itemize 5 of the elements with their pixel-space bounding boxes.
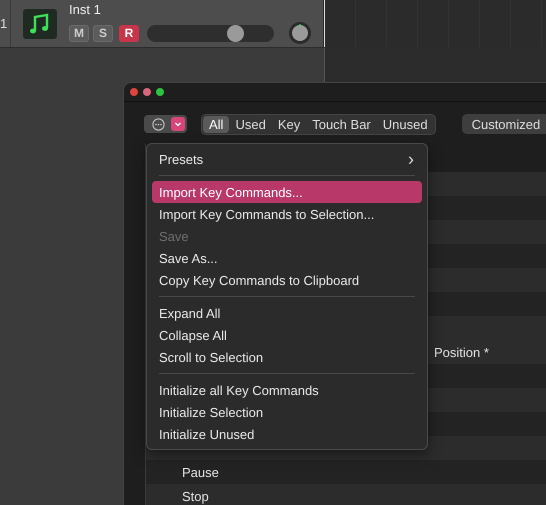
track-number: 1 bbox=[0, 16, 8, 31]
command-label: Pause bbox=[182, 464, 219, 480]
track-name: Inst 1 bbox=[69, 2, 102, 17]
command-label: Stop bbox=[182, 488, 209, 504]
command-label: Position * bbox=[434, 344, 489, 360]
